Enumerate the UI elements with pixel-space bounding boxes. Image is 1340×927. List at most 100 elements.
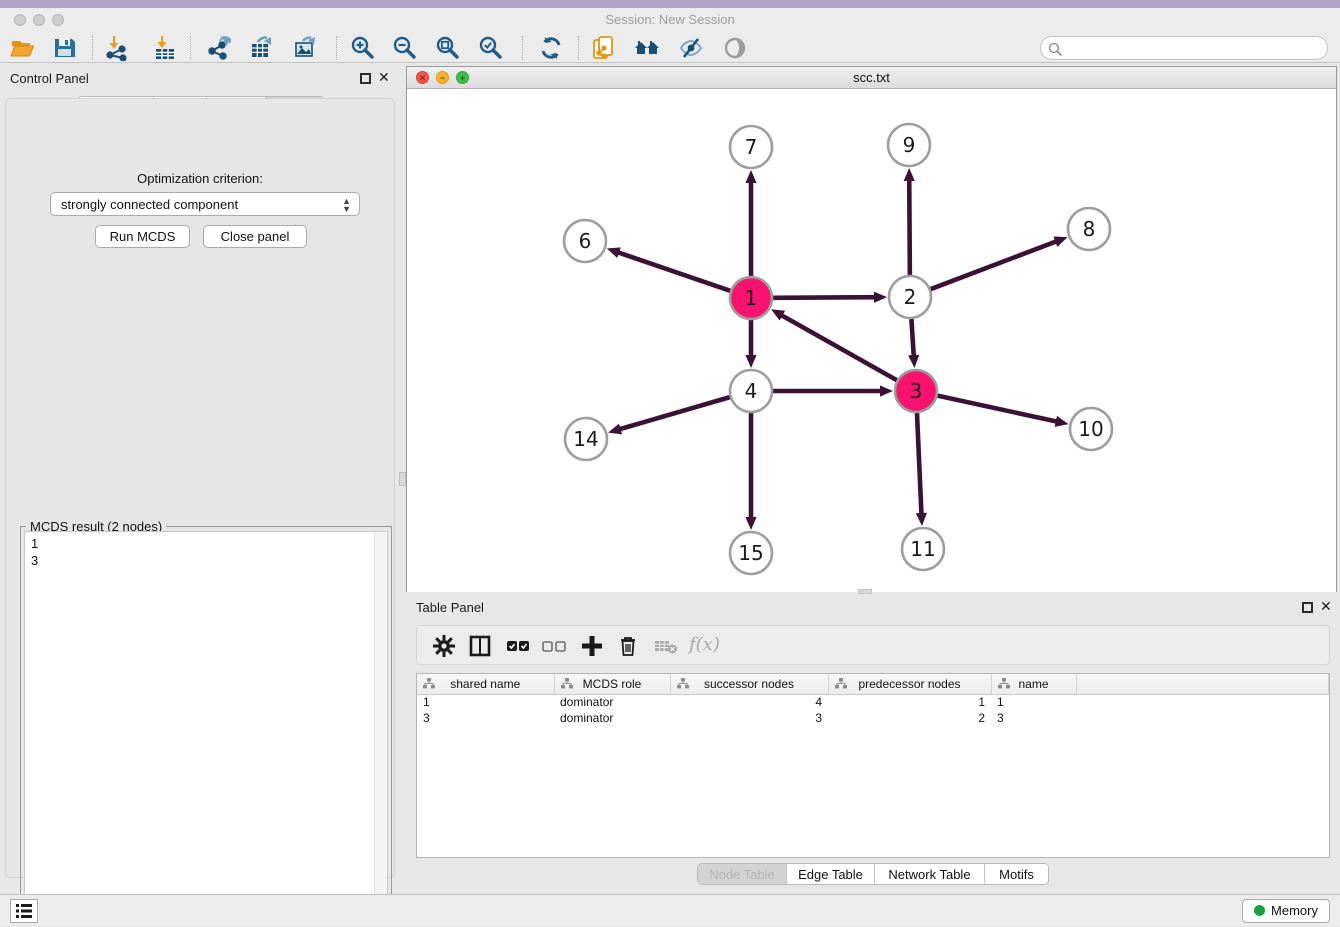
graph-edge-arrowhead (745, 355, 756, 368)
memory-button[interactable]: Memory (1242, 899, 1330, 923)
create-column-icon[interactable] (579, 633, 605, 659)
toolbar-separator (578, 36, 579, 60)
table-row[interactable]: 1dominator411 (417, 694, 1329, 710)
column-header-MCDS-role[interactable]: MCDS role (554, 674, 670, 694)
open-session-icon[interactable] (10, 35, 36, 61)
export-image-icon[interactable] (293, 35, 319, 61)
export-table-icon[interactable] (249, 35, 275, 61)
optimization-criterion-select[interactable]: strongly connected component ▲▼ (50, 192, 360, 216)
export-network-icon[interactable] (206, 35, 232, 61)
memory-status-dot (1254, 905, 1265, 916)
toolbar-separator (336, 36, 337, 60)
graph-node-label: 2 (904, 285, 917, 309)
graph-node-label: 4 (745, 379, 758, 403)
search-input[interactable] (1067, 39, 1319, 57)
tab-edge-table[interactable]: Edge Table (786, 864, 874, 884)
network-window-titlebar[interactable]: ✕ − + scc.txt (407, 67, 1336, 89)
table-cell[interactable]: 3 (991, 710, 1076, 726)
clone-network-icon[interactable] (592, 35, 618, 61)
graph-node-label: 10 (1078, 417, 1103, 441)
panel-splitter-grip[interactable] (399, 472, 406, 486)
float-table-panel-icon[interactable] (1302, 602, 1313, 613)
optimization-criterion-label: Optimization criterion: (6, 171, 394, 186)
table-panel-tabs: Node TableEdge TableNetwork TableMotifs (697, 863, 1049, 885)
graph-edge-2-8[interactable] (931, 241, 1058, 289)
delete-column-icon[interactable] (615, 633, 641, 659)
graph-edge-3-11[interactable] (917, 413, 922, 515)
graph-edge-4-14[interactable] (619, 397, 730, 429)
mcds-panel: Optimization criterion: strongly connect… (5, 98, 395, 878)
search-icon (1048, 42, 1063, 57)
refresh-icon[interactable] (538, 35, 564, 61)
table-splitter-grip[interactable] (858, 589, 872, 594)
function-builder-icon[interactable]: f(x) (689, 634, 715, 660)
graph-edge-2-9[interactable] (909, 179, 910, 275)
task-history-button[interactable] (10, 899, 38, 923)
table-cell[interactable]: dominator (554, 694, 670, 710)
graph-node-label: 14 (573, 427, 598, 451)
close-panel-icon[interactable]: ✕ (378, 69, 390, 86)
save-session-icon[interactable] (52, 35, 78, 61)
table-cell[interactable]: 3 (670, 710, 828, 726)
hide-panels-icon[interactable] (678, 35, 704, 61)
graph-edge-arrowhead (745, 170, 756, 183)
zoom-selected-icon[interactable] (478, 35, 504, 61)
graph-edge-arrowhead (1053, 237, 1067, 247)
mcds-result-list[interactable]: 1 3 (24, 531, 388, 905)
delete-table-icon[interactable] (653, 633, 679, 659)
table-row[interactable]: 3dominator323 (417, 710, 1329, 726)
close-table-panel-icon[interactable]: ✕ (1320, 598, 1332, 615)
graph-edge-3-10[interactable] (937, 396, 1057, 422)
column-header-shared-name[interactable]: shared name (417, 674, 554, 694)
table-cell[interactable]: 3 (417, 710, 554, 726)
table-cell-filler (1076, 710, 1329, 726)
home-icon[interactable] (634, 35, 660, 61)
table-cell[interactable]: 1 (417, 694, 554, 710)
graph-edge-1-2[interactable] (773, 297, 876, 298)
main-toolbar (0, 32, 1340, 63)
column-header-label: shared name (450, 677, 520, 691)
show-graphics-icon[interactable] (722, 35, 748, 61)
tab-motifs[interactable]: Motifs (984, 864, 1048, 884)
table-cell[interactable]: 1 (991, 694, 1076, 710)
graph-edge-3-1[interactable] (781, 315, 897, 381)
tab-network-table[interactable]: Network Table (874, 864, 984, 884)
table-cell[interactable]: 1 (828, 694, 991, 710)
table-cell[interactable]: dominator (554, 710, 670, 726)
run-mcds-button[interactable]: Run MCDS (95, 225, 190, 248)
zoom-in-icon[interactable] (350, 35, 376, 61)
column-header-predecessor-nodes[interactable]: predecessor nodes (828, 674, 991, 694)
table-cell[interactable]: 4 (670, 694, 828, 710)
import-table-icon[interactable] (152, 35, 178, 61)
column-header-name[interactable]: name (991, 674, 1076, 694)
float-panel-icon[interactable] (360, 73, 371, 84)
graph-node-label: 6 (579, 229, 592, 253)
split-panel-icon[interactable] (467, 633, 493, 659)
zoom-out-icon[interactable] (392, 35, 418, 61)
node-table[interactable]: shared name MCDS rolesuccessor nodesprede… (416, 673, 1330, 858)
graph-edge-1-6[interactable] (617, 252, 730, 291)
application-window: Session: New Session Control Panel (0, 0, 1340, 926)
network-view-window: ✕ − + scc.txt 7968124314101511 (406, 66, 1337, 592)
zoom-fit-icon[interactable] (435, 35, 461, 61)
graph-edge-arrowhead (745, 517, 756, 530)
unselect-all-columns-icon[interactable] (541, 633, 567, 659)
graph-node-label: 7 (745, 135, 758, 159)
column-header-successor-nodes[interactable]: successor nodes (670, 674, 828, 694)
graph-edge-arrowhead (908, 355, 919, 368)
import-network-icon[interactable] (104, 35, 130, 61)
main-titlebar: Session: New Session (0, 8, 1340, 32)
column-header-filler (1076, 674, 1329, 694)
graph-edge-2-3[interactable] (911, 319, 913, 357)
tab-node-table[interactable]: Node Table (698, 864, 786, 884)
graph-edge-arrowhead (1055, 416, 1069, 427)
search-field[interactable] (1040, 36, 1328, 60)
table-cell[interactable]: 2 (828, 710, 991, 726)
gear-icon[interactable] (431, 633, 457, 659)
select-all-columns-icon[interactable] (505, 633, 531, 659)
close-panel-button[interactable]: Close panel (203, 225, 307, 248)
column-header-label: name (1018, 677, 1048, 691)
result-scrollbar[interactable] (374, 532, 387, 904)
table-cell-filler (1076, 694, 1329, 710)
network-canvas[interactable]: 7968124314101511 (407, 89, 1336, 592)
